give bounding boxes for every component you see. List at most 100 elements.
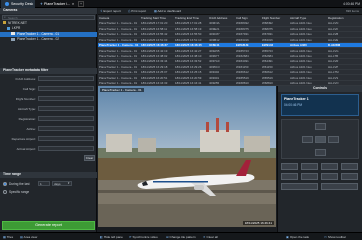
clear-all-button[interactable]: ✕ Clear all (203, 234, 218, 240)
right-panel: Controls PlaneTracker 1 04:00:46 PM (277, 86, 362, 232)
results-table: Camera Tracking Start Time Tracking End … (98, 15, 362, 87)
left-pane: Cameras ⌕ Search NITREK.NET LKPR PlaneTr… (0, 8, 97, 232)
tab-label: PlaneTracker i... (44, 2, 71, 6)
toolbar-label: Show toolbar (327, 235, 346, 239)
tiles-label: Tiles (6, 235, 14, 239)
field-label-airline: Airline: (26, 127, 36, 131)
during-last-radio[interactable] (3, 182, 7, 186)
callsign-input[interactable] (38, 86, 94, 91)
export-report-button[interactable]: ⇪ Export report (100, 9, 121, 13)
iris-button[interactable] (341, 163, 358, 170)
ptz-up-button[interactable] (315, 123, 326, 130)
ptz-down-button[interactable] (315, 149, 326, 156)
clear-button[interactable]: Clear (84, 155, 95, 161)
during-value-input[interactable]: 1 (38, 181, 50, 186)
airline-input[interactable] (38, 126, 94, 131)
right-panel-header: Controls (278, 86, 362, 92)
camera-search-input[interactable]: ⌕ Search (2, 14, 95, 20)
video-timestamp: 18/11/2025 16:46:41 (242, 221, 274, 225)
server-icon (3, 21, 6, 25)
tree-item-camera-02[interactable]: PlaneTracker 1 - Camera - 02 (0, 37, 97, 43)
table-cell: 18/11/2025 16:16:33 (140, 80, 174, 87)
specific-range-radio[interactable] (3, 190, 7, 194)
add-dashboard-button[interactable]: ▦ Add to dashboard (154, 9, 181, 13)
area-view-button[interactable]: ▤ Area view (20, 234, 37, 240)
snapshot-button[interactable] (301, 173, 318, 180)
camera-icon (11, 37, 15, 41)
table-cell: PlaneTracker 1 - Camera - 01 (98, 64, 140, 71)
clock: 4:00:46 PM (343, 0, 360, 8)
aircraft-type-input[interactable] (38, 106, 94, 111)
field-label-registration: Registration: (18, 117, 36, 121)
cameras-panel: Cameras ⌕ Search NITREK.NET LKPR PlaneTr… (0, 8, 97, 43)
new-tab-button[interactable]: + (78, 1, 84, 7)
ptz-left-button[interactable] (302, 136, 313, 143)
camera-info-box: PlaneTracker 1 04:00:46 PM (281, 94, 359, 116)
table-cell: PlaneTracker 1 - Camera - 01 (98, 47, 140, 54)
table-cell: Airbus A321 Neo (289, 80, 327, 87)
ptz-right-button[interactable] (328, 136, 339, 143)
field-label-aircraft: Aircraft Type: (17, 107, 36, 111)
dashboard-label: Add to dashboard (157, 9, 182, 13)
results-grid: ⇪ Export report ⎙ Print report ▦ Add to … (98, 8, 362, 87)
zoom-in-button[interactable] (281, 163, 298, 170)
filter-header: PlaneTracker metadata filter (0, 68, 97, 74)
during-value-text: 1 (40, 182, 42, 186)
generate-report-button[interactable]: Generate report (2, 221, 95, 230)
tree-item-label: NITREK.NET (8, 20, 27, 25)
toolbar-icon: ▭ (324, 235, 327, 239)
tab-planetracker[interactable]: ✈PlaneTracker i... × (36, 0, 76, 8)
print-report-button[interactable]: ⎙ Print report (128, 9, 146, 13)
table-cell: WZZ8810 (235, 80, 261, 87)
bottom-bar: ▦ Tiles ▤ Area view ◧ Hide left pane ⟳ S… (0, 232, 362, 240)
camera-clock: 04:00:46 PM (284, 103, 303, 107)
table-cell: PlaneTracker 1 - Camera - 01 (98, 74, 140, 81)
record-button[interactable] (281, 173, 298, 180)
arrival-airport-input[interactable] (38, 146, 94, 151)
field-label-callsign: Call Sign: (22, 87, 36, 91)
ptz-home-button[interactable] (315, 136, 326, 143)
tiles-button[interactable]: ▦ Tiles (3, 234, 13, 240)
flight-number-input[interactable] (38, 96, 94, 101)
table-cell: PlaneTracker 1 - Camera - 01 (98, 80, 140, 87)
hide-pane-button[interactable]: ◧ Hide left pane (100, 234, 123, 240)
sync-label: Synchronize video (132, 235, 158, 239)
field-label-arrival: Arrival Airport: (16, 147, 36, 151)
area-label: Area view (23, 235, 38, 239)
specific-range-label: Specific range (9, 190, 30, 194)
synchronize-button[interactable]: ⟳ Synchronize video (129, 234, 158, 240)
search-icon: ⌕ (4, 15, 6, 19)
focus-button[interactable] (321, 163, 338, 170)
tile-pattern-button[interactable]: ⊞ Change tile pattern (166, 234, 196, 240)
icao-input[interactable] (38, 76, 94, 81)
show-toolbar-button[interactable]: ▭ Show toolbar (324, 234, 346, 240)
items-count: 696 items (345, 9, 359, 13)
table-row[interactable]: PlaneTracker 1 - Camera - 01 18/11/2025 1… (98, 80, 362, 87)
table-cell: PlaneTracker 1 - Camera - 01 (98, 26, 140, 33)
table-cell: W68810 (261, 80, 289, 87)
close-icon[interactable]: × (72, 2, 74, 6)
tab-label: Security Desk (11, 2, 34, 6)
cameras-header: Cameras (0, 8, 97, 14)
camera-name: PlaneTracker 1 (284, 97, 309, 101)
departure-airport-input[interactable] (38, 136, 94, 141)
live-button[interactable] (321, 183, 358, 190)
title-bar: Security Desk ✈PlaneTracker i... × + 4:00… (0, 0, 362, 8)
camera-icon (11, 32, 15, 36)
field-label-flight: Flight Number: (15, 97, 36, 101)
table-cell: PlaneTracker 1 - Camera - 01 (98, 69, 140, 76)
export-video-button[interactable] (341, 173, 358, 180)
tab-security-desk[interactable]: Security Desk (1, 0, 35, 8)
table-cell: PlaneTracker 1 - Camera - 01 (98, 31, 140, 38)
open-task-button[interactable]: ▣ Open the task (286, 234, 309, 240)
unit-dropdown[interactable]: days ▼ (52, 181, 72, 186)
zoom-out-button[interactable] (301, 163, 318, 170)
bookmark-button[interactable] (321, 173, 338, 180)
open-task-label: Open the task (289, 235, 310, 239)
playback-button[interactable] (281, 183, 318, 190)
registration-input[interactable] (38, 116, 94, 121)
clear-all-label: Clear all (206, 235, 218, 239)
print-label: Print report (131, 9, 147, 13)
video-tile[interactable]: PlaneTracker 1 - Camera - 01 18/11/2025 … (98, 86, 276, 227)
table-cell: 4D9255 (208, 80, 235, 87)
